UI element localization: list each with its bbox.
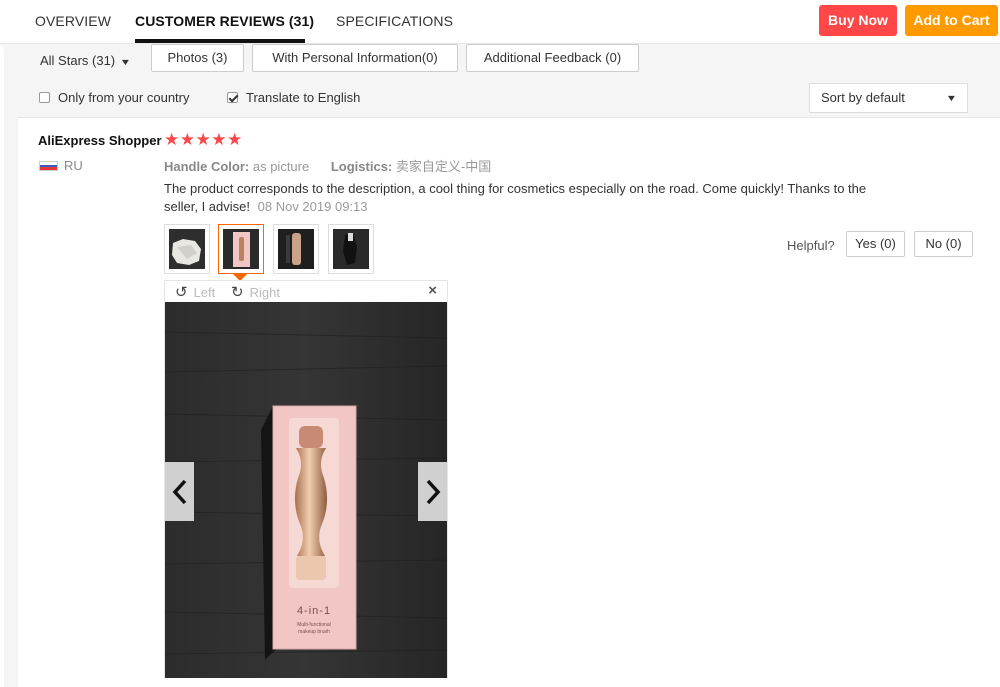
- helpful-no-button[interactable]: No (0): [914, 231, 973, 257]
- chevron-right-icon: [426, 479, 440, 504]
- filter-photos-button[interactable]: Photos (3): [151, 44, 244, 72]
- only-country-checkbox[interactable]: Only from your country: [39, 90, 190, 105]
- checkbox-box[interactable]: [39, 92, 50, 103]
- handle-color-value: as picture: [252, 159, 310, 174]
- rotate-right-button[interactable]: ↻ Right: [231, 283, 280, 301]
- rotate-right-icon: ↻: [231, 284, 244, 301]
- sort-select-value: Sort by default: [821, 90, 905, 105]
- reviewer-country: RU: [64, 158, 83, 173]
- next-photo-button[interactable]: [418, 462, 447, 521]
- product-tab-bar: OVERVIEW CUSTOMER REVIEWS (31) SPECIFICA…: [0, 0, 1000, 44]
- photo-viewer-toolbar: ↺ Left ↻ Right ×: [165, 281, 447, 302]
- previous-photo-button[interactable]: [165, 462, 194, 521]
- chevron-left-icon: [172, 479, 186, 504]
- helpful-label: Helpful?: [787, 238, 835, 253]
- review-photo-large: 4-in-1 Multi-functional makeup brush: [165, 302, 447, 678]
- tab-overview[interactable]: OVERVIEW: [35, 13, 111, 29]
- helpful-yes-button[interactable]: Yes (0): [846, 231, 905, 257]
- active-tab-indicator: [135, 39, 305, 43]
- left-rail: [4, 44, 18, 687]
- review-photo-thumbnail[interactable]: [273, 224, 319, 274]
- logistics-label: Logistics:: [330, 159, 393, 174]
- rotate-left-button[interactable]: ↺ Left: [175, 283, 215, 301]
- photo-viewer: ↺ Left ↻ Right × 4-in-1 Multi-functional…: [164, 280, 448, 678]
- tab-customer-reviews[interactable]: CUSTOMER REVIEWS (31): [135, 13, 314, 29]
- star-filter-label: All Stars (31): [40, 53, 116, 68]
- reviewer-name: AliExpress Shopper: [38, 133, 162, 148]
- chevron-down-icon: ▼: [945, 93, 958, 103]
- rotate-left-label: Left: [193, 284, 216, 300]
- sort-select[interactable]: Sort by default ▼: [809, 83, 968, 113]
- add-to-cart-button[interactable]: Add to Cart: [905, 5, 998, 36]
- star-filter-dropdown[interactable]: All Stars (31) ▼: [40, 53, 132, 68]
- chevron-down-icon: ▼: [119, 57, 132, 67]
- review-photo-thumbnail[interactable]: [164, 224, 210, 274]
- review-attributes: Handle Color: as picture Logistics: 卖家自定…: [164, 156, 491, 175]
- tab-specifications[interactable]: SPECIFICATIONS: [336, 13, 453, 29]
- review-photo-thumbnail[interactable]: [328, 224, 374, 274]
- only-country-label: Only from your country: [58, 90, 190, 105]
- box-text-4in1: 4-in-1: [297, 605, 331, 617]
- handle-color-label: Handle Color:: [164, 159, 250, 174]
- review-photo-thumbnail-selected[interactable]: [218, 224, 264, 274]
- rotate-left-icon: ↺: [175, 284, 188, 301]
- filter-personal-info-button[interactable]: With Personal Information(0): [252, 44, 458, 72]
- russia-flag-icon: [39, 161, 58, 171]
- filter-additional-feedback-button[interactable]: Additional Feedback (0): [466, 44, 639, 72]
- box-text-multifunctional: Multi-functional: [297, 622, 331, 628]
- box-text-makeup-brush: makeup brush: [298, 629, 330, 635]
- rating-stars: ★★★★★: [164, 130, 243, 149]
- translate-label: Translate to English: [246, 90, 361, 105]
- review-body: The product corresponds to the descripti…: [164, 180, 894, 216]
- checkbox-box-checked[interactable]: [227, 92, 238, 103]
- close-icon[interactable]: ×: [428, 282, 437, 299]
- buy-now-button[interactable]: Buy Now: [819, 5, 897, 36]
- review-date: 08 Nov 2019 09:13: [257, 199, 368, 214]
- rotate-right-label: Right: [249, 284, 280, 300]
- translate-checkbox[interactable]: Translate to English: [227, 90, 360, 105]
- logistics-value: 卖家自定义-中国: [395, 159, 492, 174]
